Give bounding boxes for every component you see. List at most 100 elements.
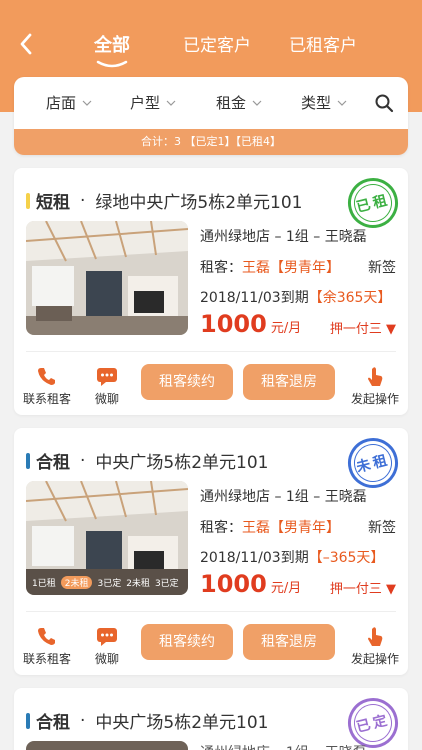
listing-title: 合租 · 中央广场5栋2单元101 xyxy=(26,448,269,473)
room-status: 3已定 xyxy=(154,579,179,589)
filter-store[interactable]: 店面 xyxy=(46,92,92,113)
phone-icon xyxy=(38,628,55,645)
payment-terms: 押一付三 xyxy=(329,582,382,597)
action-label: 微聊 xyxy=(94,652,119,666)
tenant-label: 租客： xyxy=(200,520,242,536)
filter-label: 租金 xyxy=(216,94,247,112)
room-status: 2未租 xyxy=(60,576,93,589)
renew-lease-button[interactable]: 租客续约 xyxy=(141,624,233,660)
type-marker xyxy=(26,712,30,729)
price-value: 1000 xyxy=(200,570,267,598)
expiry-info: 2018/11/03到期【–365天】 xyxy=(200,547,384,567)
contract-tag: 新签 xyxy=(368,260,396,276)
caret-down-icon: ▼ xyxy=(386,322,396,337)
initiate-action-button[interactable]: 发起操作 xyxy=(348,625,402,667)
active-tab-indicator xyxy=(96,60,128,68)
caret-down-icon: ▼ xyxy=(386,582,396,597)
payment-terms-dropdown[interactable]: 押一付三 ▼ xyxy=(330,318,396,337)
tenant-name: 王磊【男青年】 xyxy=(242,520,340,536)
filter-layout[interactable]: 户型 xyxy=(130,92,176,113)
chevron-down-icon xyxy=(252,100,262,106)
listing-address: 中央广场5栋2单元101 xyxy=(95,453,269,473)
price-unit: 元/月 xyxy=(266,321,302,336)
listing-address: 绿地中央广场5栋2单元101 xyxy=(95,193,303,213)
listing-store: 通州绿地店 – 1组 – 王晓磊 xyxy=(200,229,367,245)
room-status-strip: 1已租 2未租 3已定 2未租 3已定 xyxy=(26,576,188,589)
chevron-down-icon xyxy=(82,100,92,106)
summary-bar: 合计：3 【已定1】【已租4】 xyxy=(14,129,408,155)
contact-tenant-button[interactable]: 联系租客 xyxy=(20,365,74,407)
filter-label: 户型 xyxy=(130,94,161,112)
action-label: 发起操作 xyxy=(350,652,399,666)
tenant-checkout-button[interactable]: 租客退房 xyxy=(243,624,335,660)
listing-title: 短租 · 绿地中央广场5栋2单元101 xyxy=(26,188,303,213)
type-marker xyxy=(26,192,30,209)
listing-card[interactable]: 短租 · 绿地中央广场5栋2单元101 已租 通州绿地店 – 1组 – 王晓磊 … xyxy=(14,168,408,415)
listing-card[interactable]: 合租 · 中央广场5栋2单元101 已定 通州绿地店 – 1组 – 王晓磊 xyxy=(14,688,408,750)
expiry-date: 2018/11/03到期 xyxy=(200,290,309,306)
filter-label: 店面 xyxy=(46,94,77,112)
tenant-name: 王磊【男青年】 xyxy=(242,260,340,276)
chat-button[interactable]: 微聊 xyxy=(80,365,134,407)
tenant-checkout-button[interactable]: 租客退房 xyxy=(243,364,335,400)
contact-tenant-button[interactable]: 联系租客 xyxy=(20,625,74,667)
tenant-info: 租客：王磊【男青年】 新签 xyxy=(200,517,396,537)
tab-label: 已租客户 xyxy=(289,36,357,56)
title-separator: · xyxy=(80,450,86,471)
divider xyxy=(26,351,396,352)
stamp-text: 已定 xyxy=(354,712,392,736)
listing-photo[interactable] xyxy=(26,221,188,335)
price-info: 1000 元/月 押一付三 ▼ xyxy=(200,570,396,600)
days-remaining: 【–365天】 xyxy=(308,550,385,566)
tap-hand-icon xyxy=(368,367,383,386)
listing-store: 通州绿地店 – 1组 – 王晓磊 xyxy=(200,742,367,750)
tab-reserved-clients[interactable]: 已定客户 xyxy=(183,28,251,68)
filter-type[interactable]: 类型 xyxy=(301,92,347,113)
chevron-down-icon xyxy=(166,100,176,106)
tab-label: 全部 xyxy=(94,35,130,56)
filter-rent[interactable]: 租金 xyxy=(216,92,262,113)
contract-tag: 新签 xyxy=(368,520,396,536)
price-value: 1000 xyxy=(200,310,267,338)
listing-title: 合租 · 中央广场5栋2单元101 xyxy=(26,708,269,733)
chevron-down-icon xyxy=(337,100,347,106)
filter-row: 店面 户型 租金 类型 xyxy=(14,77,408,129)
action-label: 联系租客 xyxy=(22,652,71,666)
listing-photo[interactable]: 1已租 2未租 3已定 2未租 3已定 xyxy=(26,481,188,595)
action-label: 微聊 xyxy=(94,392,119,406)
renew-lease-button[interactable]: 租客续约 xyxy=(141,364,233,400)
filter-label: 类型 xyxy=(301,94,332,112)
filter-panel: 店面 户型 租金 类型 合计：3 【已定1】【已租4】 xyxy=(14,77,408,155)
listing-type: 合租 xyxy=(36,713,70,733)
payment-terms: 押一付三 xyxy=(329,322,382,337)
search-icon[interactable] xyxy=(374,93,394,113)
listing-photo[interactable] xyxy=(26,741,188,750)
action-label: 发起操作 xyxy=(350,392,399,406)
room-status: 1已租 xyxy=(32,579,56,589)
tab-all[interactable]: 全部 xyxy=(94,28,130,68)
payment-terms-dropdown[interactable]: 押一付三 ▼ xyxy=(330,578,396,597)
status-stamp: 未租 xyxy=(342,432,404,494)
listing-type: 合租 xyxy=(36,453,70,473)
initiate-action-button[interactable]: 发起操作 xyxy=(348,365,402,407)
price-unit: 元/月 xyxy=(266,581,302,596)
chat-button[interactable]: 微聊 xyxy=(80,625,134,667)
status-stamp: 已租 xyxy=(342,172,404,234)
chat-bubble-icon xyxy=(97,368,117,386)
stamp-text: 已租 xyxy=(354,192,392,216)
phone-icon xyxy=(38,368,55,385)
action-label: 联系租客 xyxy=(22,392,71,406)
tab-rented-clients[interactable]: 已租客户 xyxy=(289,28,357,68)
room-status: 2未租 xyxy=(126,579,150,589)
title-separator: · xyxy=(80,710,86,731)
price-info: 1000 元/月 押一付三 ▼ xyxy=(200,310,396,340)
tenant-label: 租客： xyxy=(200,260,242,276)
tab-bar: 全部 已定客户 已租客户 xyxy=(0,28,422,68)
listing-card[interactable]: 合租 · 中央广场5栋2单元101 未租 1已租 2未租 3已定 2未租 3已定… xyxy=(14,428,408,675)
stamp-text: 未租 xyxy=(354,452,392,476)
room-status: 3已定 xyxy=(97,579,122,589)
listing-address: 中央广场5栋2单元101 xyxy=(95,713,269,733)
listing-type: 短租 xyxy=(36,193,70,213)
chat-bubble-icon xyxy=(97,628,117,646)
tenant-info: 租客：王磊【男青年】 新签 xyxy=(200,257,396,277)
